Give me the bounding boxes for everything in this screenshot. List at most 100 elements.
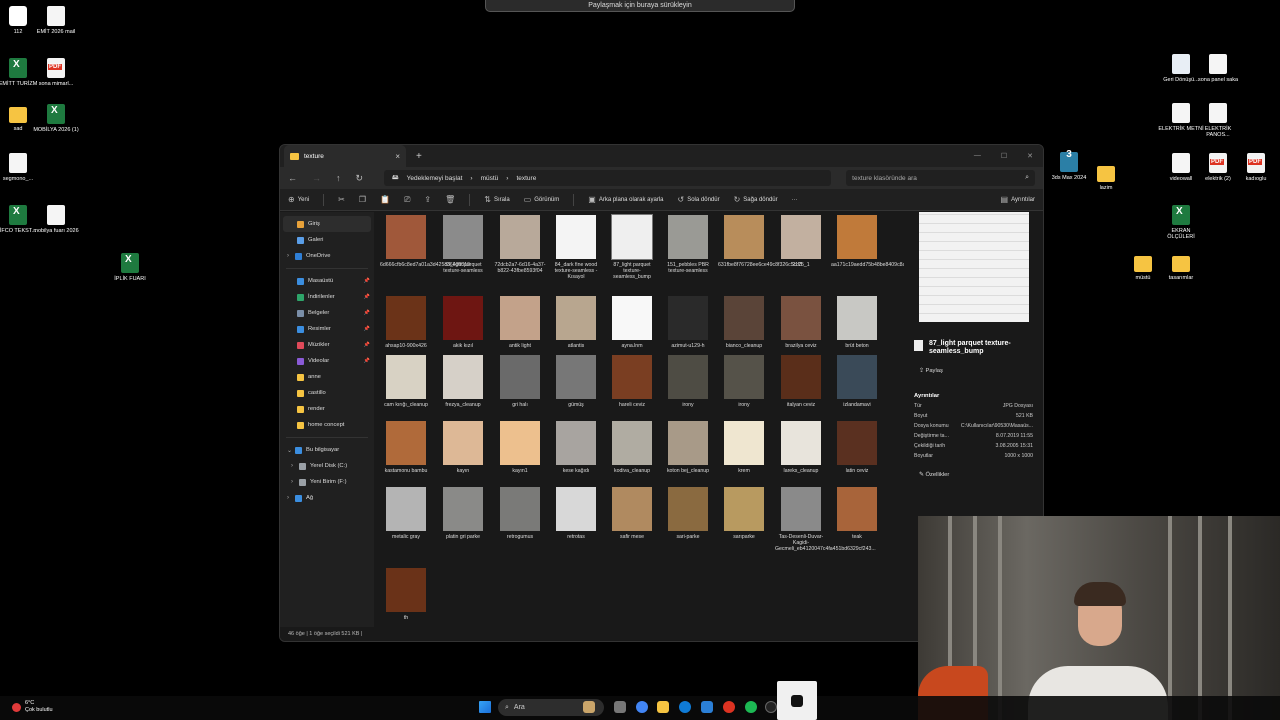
back-icon[interactable]: ← [288, 173, 297, 183]
file-item[interactable]: ahsap10-900x426 [380, 296, 432, 349]
nav-item[interactable]: › Yerel Disk (C:) [280, 458, 374, 474]
chevron-icon[interactable]: › [287, 495, 292, 501]
set-background-button[interactable]: ▣ Arka plana olarak ayarla [588, 195, 663, 204]
refresh-icon[interactable]: ↻ [356, 173, 364, 184]
new-button[interactable]: ⊕ Yeni [288, 195, 309, 204]
nav-item[interactable]: ⌄ Bu bilgisayar [280, 442, 374, 458]
rename-icon[interactable]: ⎚ [404, 195, 410, 205]
more-options-button[interactable]: ··· [792, 197, 798, 203]
up-icon[interactable]: ↑ [336, 173, 341, 183]
file-item[interactable]: aa171c19aedd75b48be8409c8a83eb1a [831, 215, 923, 268]
mail-icon[interactable] [701, 701, 713, 713]
copy-icon[interactable]: ❐ [359, 195, 366, 204]
delete-icon[interactable]: 🗑 [445, 195, 455, 204]
chevron-icon[interactable]: › [291, 479, 296, 485]
file-item[interactable]: retrogumus [494, 487, 546, 540]
nav-item[interactable]: › Ağ [280, 490, 374, 506]
nav-item[interactable]: castillo [280, 385, 374, 401]
file-item[interactable]: 72dcb2a7-6d16-4a37-b822-43fbe8593f04 [494, 215, 546, 274]
nav-item[interactable]: Giriş [283, 216, 371, 232]
path-segment[interactable]: texture [516, 175, 536, 182]
weather-widget[interactable]: 6°C Çok bulutlu [12, 700, 53, 714]
file-item[interactable]: brüt beton [831, 296, 883, 349]
file-item[interactable]: sari-parke [662, 487, 714, 540]
rotate-right-button[interactable]: ↻ Sağa döndür [734, 195, 778, 204]
desktop-icon[interactable]: sona panel saka [1195, 54, 1241, 83]
file-item[interactable]: kayın [437, 421, 489, 474]
details-pane-button[interactable]: ▤ Ayrıntılar [1001, 195, 1035, 204]
share-drop-bar[interactable]: Paylaşmak için buraya sürükleyin [485, 0, 795, 12]
file-item[interactable]: irony [662, 355, 714, 408]
spotify-icon[interactable] [745, 701, 757, 713]
file-item[interactable]: kese kağıdı [550, 421, 602, 474]
file-item[interactable]: teak [831, 487, 883, 540]
file-item[interactable]: azimut-u129-h [662, 296, 714, 349]
close-tab-icon[interactable]: × [395, 152, 400, 161]
file-item[interactable]: 2175_1 [775, 215, 827, 268]
desktop-icon[interactable]: sona mimarl... [33, 58, 79, 87]
tab-texture[interactable]: texture × [284, 145, 406, 167]
nav-item[interactable]: Müzikler 📌 [280, 337, 374, 353]
chevron-icon[interactable]: › [287, 253, 292, 259]
maximize-icon[interactable]: ☐ [1001, 152, 1007, 160]
file-item[interactable]: atlantis [550, 296, 602, 349]
file-item[interactable]: koton bej_cleanup [662, 421, 714, 474]
nav-item[interactable]: › OneDrive [280, 248, 374, 264]
address-path[interactable]: 🖴 Yedeklemeyi başlat › müstü › texture [384, 170, 832, 186]
nav-item[interactable]: Resimler 📌 [280, 321, 374, 337]
file-item[interactable]: frezya_cleanup [437, 355, 489, 408]
desktop-icon[interactable]: MOBİLYA 2026 (1) [33, 104, 79, 133]
properties-button[interactable]: ✎ Özellikler [919, 472, 1033, 478]
file-item[interactable]: th [380, 568, 432, 621]
desktop-icon[interactable]: ELEKTRİK PANOS... [1195, 103, 1241, 138]
desktop-icon[interactable]: mobilya fuarı 2026 [33, 205, 79, 234]
nav-item[interactable]: Masaüstü 📌 [280, 273, 374, 289]
desktop-icon[interactable]: kadıoglu [1233, 153, 1279, 182]
file-item[interactable]: retrotas [550, 487, 602, 540]
file-item[interactable]: bianco_cleanup [718, 296, 770, 349]
desktop-icon[interactable]: EKRAN ÖLÇÜLERİ [1158, 205, 1204, 240]
chevron-icon[interactable]: › [291, 463, 296, 469]
chrome-icon[interactable] [636, 701, 648, 713]
file-item[interactable]: sarıparke [718, 487, 770, 540]
file-item[interactable]: brazilya ceviz [775, 296, 827, 349]
file-item[interactable]: ayna.lnm [606, 296, 658, 349]
file-item[interactable]: metalic gray [380, 487, 432, 540]
file-item[interactable]: gümüş [550, 355, 602, 408]
desktop-icon[interactable]: İPLİK FUARI [107, 253, 153, 282]
nav-item[interactable]: İndirilenler 📌 [280, 289, 374, 305]
nav-item[interactable]: Belgeler 📌 [280, 305, 374, 321]
file-item[interactable]: cam kırığı_cleanup [380, 355, 432, 408]
file-item[interactable]: 151_pebbles PBR texture-seamless [662, 215, 714, 274]
path-segment[interactable]: Yedeklemeyi başlat [407, 175, 463, 182]
file-item[interactable]: 87_light parquet texture-seamless_bump [606, 214, 658, 281]
new-tab-button[interactable]: + [416, 151, 422, 162]
chevron-icon[interactable]: ⌄ [287, 447, 292, 454]
nav-item[interactable]: anne [280, 369, 374, 385]
opera-icon[interactable] [723, 701, 735, 713]
file-item[interactable]: irony [718, 355, 770, 408]
share-button[interactable]: ⇪ Paylaş [919, 368, 1033, 374]
rotate-left-button[interactable]: ↺ Sola döndür [678, 195, 720, 204]
file-item[interactable]: 84_dark fine wood texture-seamless - Kıs… [550, 215, 602, 281]
file-item[interactable]: safir mese [606, 487, 658, 540]
sort-button[interactable]: ⇅ Sırala [484, 195, 509, 204]
nav-item[interactable]: home concept [280, 417, 374, 433]
forward-icon[interactable]: → [312, 173, 321, 183]
file-item[interactable]: 631fbe8f76728ee6ce49c8f326c5cd3 [718, 215, 802, 268]
close-window-icon[interactable]: ✕ [1027, 152, 1033, 160]
task-view-icon[interactable] [614, 701, 626, 713]
file-item[interactable]: Tas-Desenli-Duvar-Kagidi-Gecmeli_eb41200… [775, 487, 876, 553]
file-item[interactable]: kayın1 [494, 421, 546, 474]
file-item[interactable]: italyan ceviz [775, 355, 827, 408]
nav-item[interactable]: Videolar 📌 [280, 353, 374, 369]
desktop-icon[interactable]: segmono_... [0, 153, 41, 182]
file-item[interactable]: izlandamavi [831, 355, 883, 408]
minimize-icon[interactable]: — [974, 152, 981, 160]
file-item[interactable]: 38_light parquet texture-seamless [437, 215, 489, 274]
cut-icon[interactable]: ✂ [338, 195, 345, 204]
edge-icon[interactable] [679, 701, 691, 713]
nav-item[interactable]: Galeri [280, 232, 374, 248]
file-item[interactable]: kodiva_cleanup [606, 421, 658, 474]
file-item[interactable]: kastamonu bambu [380, 421, 432, 474]
